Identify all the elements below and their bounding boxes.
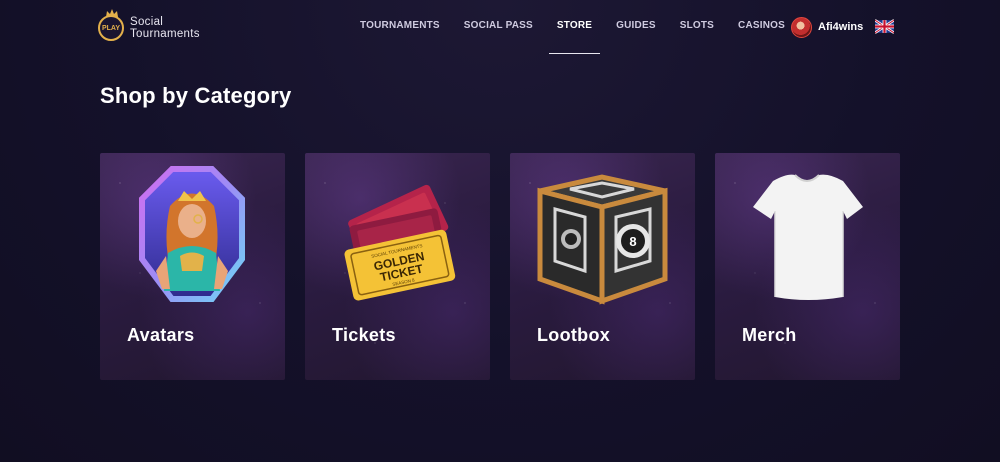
nav-casinos[interactable]: CASINOS <box>726 0 797 55</box>
logo-badge-text: PLAY <box>101 24 121 32</box>
nav-social-pass[interactable]: SOCIAL PASS <box>452 0 545 55</box>
brand-name-line2: Tournaments <box>130 28 200 40</box>
brand-name: Social Tournaments <box>130 16 200 40</box>
user-avatar <box>791 16 812 38</box>
category-label: Avatars <box>127 325 195 345</box>
lootbox-number: 8 <box>629 234 636 249</box>
nav-guides[interactable]: GUIDES <box>604 0 668 55</box>
category-card-merch[interactable]: Merch <box>715 153 900 380</box>
nav-slots[interactable]: SLOTS <box>668 0 726 55</box>
username: Afi4wins <box>818 21 864 33</box>
top-navigation-bar: PLAY Social Tournaments TOURNAMENTS SOCI… <box>0 0 1000 55</box>
golden-ticket-image: SOCIAL TOURNAMENTS GOLDEN TICKET SEASON … <box>344 184 456 301</box>
lootbox-cube-image: 8 <box>537 174 668 305</box>
category-card-avatars[interactable]: Avatars <box>100 153 285 380</box>
category-label: Lootbox <box>537 325 611 345</box>
brand-logo[interactable]: PLAY Social Tournaments <box>98 9 200 44</box>
avatar-octagon-image <box>139 166 245 302</box>
nav-tournaments[interactable]: TOURNAMENTS <box>348 0 452 55</box>
category-card-tickets[interactable]: SOCIAL TOURNAMENTS GOLDEN TICKET SEASON … <box>305 153 490 380</box>
tshirt-image <box>753 174 863 300</box>
nav-store[interactable]: STORE <box>545 0 604 55</box>
category-card-lootbox[interactable]: 8 Lootbox <box>510 153 695 380</box>
play-logo-icon: PLAY <box>98 9 124 41</box>
brand-name-line1: Social <box>130 16 164 28</box>
crown-icon <box>106 9 118 17</box>
category-label: Merch <box>742 325 797 345</box>
page-title: Shop by Category <box>100 83 292 108</box>
category-label: Tickets <box>332 325 396 345</box>
main-nav: TOURNAMENTS SOCIAL PASS STORE GUIDES SLO… <box>348 0 797 55</box>
user-profile-menu[interactable]: Afi4wins <box>791 15 863 39</box>
uk-flag-icon[interactable] <box>875 19 894 34</box>
